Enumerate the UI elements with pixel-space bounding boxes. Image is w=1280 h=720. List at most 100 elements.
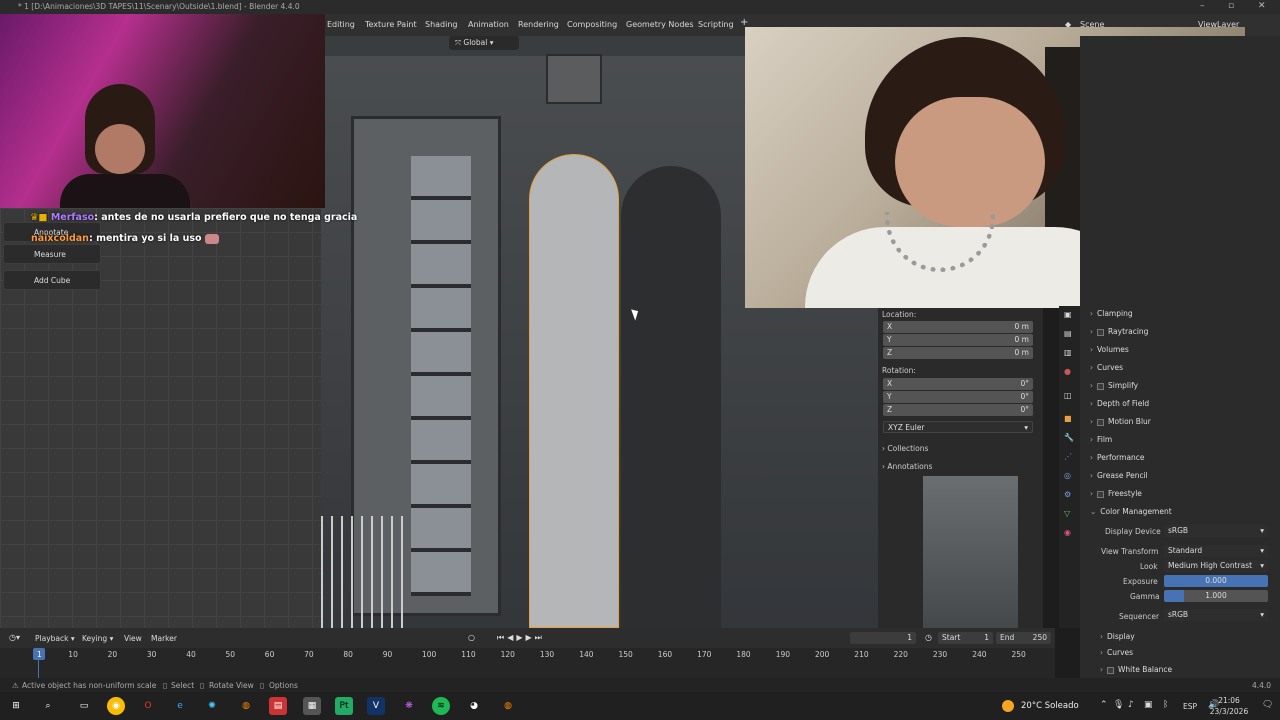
- data-tab-icon[interactable]: ▽: [1064, 509, 1070, 518]
- maximize-button[interactable]: ▫: [1228, 1, 1234, 11]
- section-label: Grease Pencil: [1097, 471, 1148, 480]
- weather-text[interactable]: 20°C Soleado: [1021, 701, 1079, 711]
- tray-icon-1[interactable]: ♪: [1128, 700, 1134, 710]
- playback-controls-icon[interactable]: ⏮◀▶▶⏭: [497, 633, 545, 643]
- object-tab-icon[interactable]: ■: [1064, 414, 1072, 423]
- view-transform-dropdown[interactable]: Standard ▾: [1164, 545, 1268, 557]
- display-subsection[interactable]: › Display: [1100, 632, 1135, 641]
- windows-start-icon[interactable]: ⊞: [7, 697, 25, 715]
- tab-shading[interactable]: Shading: [425, 20, 458, 29]
- app-icon-2[interactable]: ▤: [269, 697, 287, 715]
- minimize-button[interactable]: –: [1200, 1, 1205, 11]
- curves-section[interactable]: › Curves: [1090, 363, 1123, 372]
- clamping-section[interactable]: › Clamping: [1090, 309, 1133, 318]
- tab-rendering[interactable]: Rendering: [518, 20, 559, 29]
- freestyle-checkbox[interactable]: [1097, 490, 1104, 498]
- display-device-dropdown[interactable]: sRGB ▾: [1164, 525, 1268, 537]
- white-balance-checkbox[interactable]: [1107, 666, 1114, 674]
- blender-icon-2[interactable]: ◍: [499, 697, 517, 715]
- clock-date[interactable]: 23/3/2026: [1205, 707, 1253, 716]
- chrome-icon[interactable]: ◉: [107, 697, 125, 715]
- start-frame-field[interactable]: Start 1: [938, 632, 993, 644]
- tray-chevron-icon[interactable]: ⌃: [1100, 700, 1108, 710]
- search-icon[interactable]: ⌕: [39, 697, 57, 715]
- material-tab-icon[interactable]: ◉: [1064, 528, 1071, 537]
- marker-menu[interactable]: Marker: [151, 634, 177, 643]
- location-x-field[interactable]: X 0 m: [883, 321, 1033, 333]
- tab-scripting[interactable]: Scripting: [698, 20, 734, 29]
- curves-subsection[interactable]: › Curves: [1100, 648, 1133, 657]
- rotation-z-field[interactable]: Z 0°: [883, 404, 1033, 416]
- add-cube-tool[interactable]: Add Cube: [3, 270, 101, 290]
- language-indicator[interactable]: ESP: [1183, 702, 1197, 711]
- mic-icon[interactable]: 🎙: [1113, 700, 1124, 710]
- editor-type-icon[interactable]: ◷▾: [9, 633, 20, 642]
- close-button[interactable]: ✕: [1258, 1, 1266, 11]
- output-tab-icon[interactable]: ▤: [1064, 329, 1072, 338]
- clock-time[interactable]: 21:06: [1213, 696, 1245, 705]
- record-icon[interactable]: ○: [468, 633, 475, 642]
- tray-icon-2[interactable]: ▣: [1144, 700, 1153, 710]
- visual-studio-icon[interactable]: V: [367, 697, 385, 715]
- white-balance-subsection[interactable]: › White Balance: [1100, 665, 1172, 674]
- collections-section[interactable]: › Collections: [882, 444, 928, 453]
- simplify-checkbox[interactable]: [1097, 382, 1104, 390]
- render-tab-icon[interactable]: ▣: [1064, 310, 1072, 319]
- motion-blur-section[interactable]: › Motion Blur: [1090, 417, 1151, 426]
- film-section[interactable]: › Film: [1090, 435, 1112, 444]
- volumes-section[interactable]: › Volumes: [1090, 345, 1129, 354]
- blender-icon[interactable]: ◍: [237, 697, 255, 715]
- notifications-icon[interactable]: 🗨: [1262, 700, 1273, 710]
- depth-of-field-section[interactable]: › Depth of Field: [1090, 399, 1149, 408]
- transform-orientation-dropdown[interactable]: ⤧ Global ▾: [449, 36, 519, 50]
- tab-animation[interactable]: Animation: [468, 20, 509, 29]
- end-frame-field[interactable]: End 250: [996, 632, 1051, 644]
- physics-tab-icon[interactable]: ◎: [1064, 471, 1071, 480]
- opera-icon[interactable]: O: [139, 697, 157, 715]
- motion-blur-checkbox[interactable]: [1097, 418, 1104, 426]
- rotation-mode-dropdown[interactable]: XYZ Euler ▾: [883, 421, 1033, 433]
- look-dropdown[interactable]: Medium High Contrast ▾: [1164, 560, 1268, 572]
- pycharm-icon[interactable]: Pt: [335, 697, 353, 715]
- view-menu[interactable]: View: [124, 634, 142, 643]
- app-icon-4[interactable]: ❋: [400, 697, 418, 715]
- tab-compositing[interactable]: Compositing: [567, 20, 617, 29]
- world-tab-icon[interactable]: ◫: [1064, 391, 1072, 400]
- tab-geometry-nodes[interactable]: Geometry Nodes: [626, 20, 693, 29]
- playback-menu[interactable]: Playback ▾: [35, 634, 75, 643]
- rotation-y-field[interactable]: Y 0°: [883, 391, 1033, 403]
- keying-menu[interactable]: Keying ▾: [82, 634, 113, 643]
- end-label: End: [1000, 633, 1015, 642]
- view-layer-tab-icon[interactable]: ▥: [1064, 348, 1072, 357]
- task-view-icon[interactable]: ▭: [75, 697, 93, 715]
- annotations-section[interactable]: › Annotations: [882, 462, 932, 471]
- gamma-slider[interactable]: 1.000: [1164, 590, 1268, 602]
- bluetooth-icon[interactable]: ᛒ: [1163, 700, 1168, 710]
- modifier-tab-icon[interactable]: 🔧: [1064, 433, 1074, 442]
- exposure-slider[interactable]: 0.000: [1164, 575, 1268, 587]
- particles-tab-icon[interactable]: ⋰: [1064, 452, 1072, 461]
- constraints-tab-icon[interactable]: ⚙: [1064, 490, 1071, 499]
- color-management-section[interactable]: ⌄ Color Management: [1090, 507, 1172, 516]
- location-z-field[interactable]: Z 0 m: [883, 347, 1033, 359]
- edge-icon[interactable]: e: [171, 697, 189, 715]
- current-frame-field[interactable]: 1: [850, 632, 916, 644]
- scene-tab-icon[interactable]: ●: [1064, 367, 1071, 376]
- location-y-field[interactable]: Y 0 m: [883, 334, 1033, 346]
- raytracing-checkbox[interactable]: [1097, 328, 1104, 336]
- simplify-section[interactable]: › Simplify: [1090, 381, 1138, 390]
- obs-icon[interactable]: ◕: [465, 697, 483, 715]
- performance-section[interactable]: › Performance: [1090, 453, 1145, 462]
- freestyle-section[interactable]: › Freestyle: [1090, 489, 1142, 498]
- app-icon-1[interactable]: ✺: [203, 697, 221, 715]
- sequencer-dropdown[interactable]: sRGB ▾: [1164, 609, 1268, 621]
- spotify-icon[interactable]: ≋: [432, 697, 450, 715]
- tab-editing[interactable]: Editing: [327, 20, 355, 29]
- raytracing-section[interactable]: › Raytracing: [1090, 327, 1148, 336]
- tab-texture-paint[interactable]: Texture Paint: [365, 20, 417, 29]
- grease-pencil-section[interactable]: › Grease Pencil: [1090, 471, 1148, 480]
- app-icon-3[interactable]: ▦: [303, 697, 321, 715]
- rotation-x-field[interactable]: X 0°: [883, 378, 1033, 390]
- measure-tool[interactable]: Measure: [3, 244, 101, 264]
- selected-door-object[interactable]: [529, 154, 619, 628]
